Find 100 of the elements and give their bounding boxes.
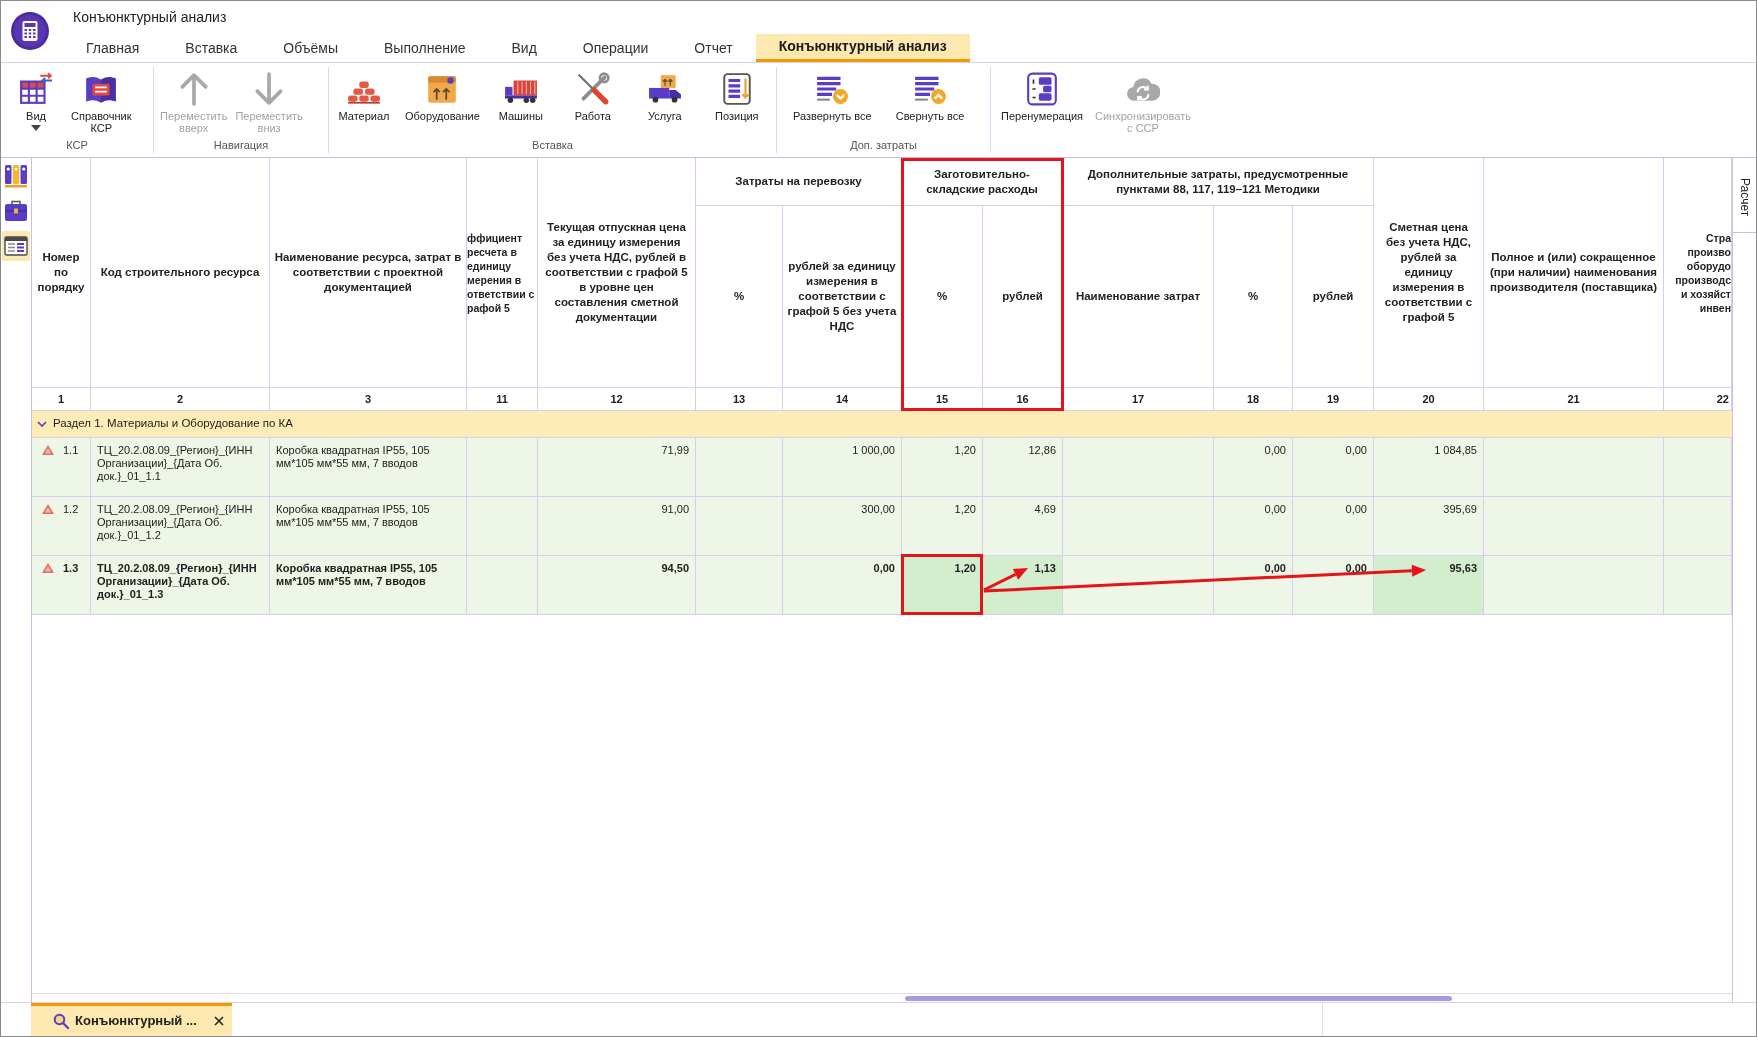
ribbon-group-label: Навигация	[213, 137, 269, 153]
table-cell: ТЦ_20.2.08.09_{Регион}_{ИНН Организации}_{Дата Об. док.}_01_1.2	[91, 497, 270, 555]
column-header: Номер по порядку	[32, 158, 91, 387]
ribbon-button[interactable]: Услуга	[629, 67, 700, 137]
table-cell: Коробка квадратная IP55, 105 мм*105 мм*55 мм, 7 вводов	[270, 438, 467, 496]
ribbon-tab[interactable]: Отчет	[671, 34, 756, 62]
table-cell: 12,86	[983, 438, 1063, 496]
ribbon-tab[interactable]: Объёмы	[260, 34, 361, 62]
column-number: 13	[696, 388, 783, 410]
column-header: %	[902, 206, 983, 387]
table-cell: 1 084,85	[1374, 438, 1484, 496]
column-number: 12	[538, 388, 696, 410]
ribbon-button[interactable]: Вид	[15, 67, 57, 137]
document-tab[interactable]: Конъюнктурный ...	[31, 1003, 232, 1036]
table-cell: ТЦ_20.2.08.09_{Регион}_{ИНН Организации}_{Дата Об. док.}_01_1.1	[91, 438, 270, 496]
table-cell: 1 000,00	[783, 438, 902, 496]
ribbon-button[interactable]: Справочник КСР	[67, 67, 136, 137]
column-number: 3	[270, 388, 467, 410]
table-grid-icon	[19, 72, 53, 106]
table-cell: Коробка квадратная IP55, 105 мм*105 мм*55 мм, 7 вводов	[270, 556, 467, 614]
table-cell: 1,20	[902, 497, 983, 555]
row-number: 1.1	[63, 444, 79, 457]
column-header: рублей	[983, 206, 1063, 387]
table-cell: 1,20	[902, 438, 983, 496]
column-header: рублей за единицу измерения в соответствии с графой 5 без учета НДС	[783, 206, 902, 387]
ribbon-tab[interactable]: Операции	[559, 34, 672, 62]
ribbon-button[interactable]: Машины	[485, 67, 556, 137]
table-cell: 91,00	[538, 497, 696, 555]
ribbon-tab[interactable]: Главная	[63, 34, 163, 62]
ribbon-button[interactable]: Свернуть все	[891, 67, 969, 137]
column-header: Наименование ресурса, затрат в соответствии с проектной документацией	[270, 158, 467, 387]
column-number: 17	[1063, 388, 1214, 410]
ribbon-button[interactable]: Перенумерация	[997, 67, 1088, 137]
section-header[interactable]: Раздел 1. Материалы и Оборудование по КА	[32, 411, 1732, 438]
ribbon-tab[interactable]: Вид	[488, 34, 560, 62]
table-cell: 0,00	[783, 556, 902, 614]
row-number: 1.2	[63, 503, 79, 516]
column-header: %	[1214, 206, 1293, 387]
column-number: 20	[1374, 388, 1484, 410]
column-group-header: Заготовительно-складские расходы	[902, 158, 1063, 206]
table-cell: 395,69	[1374, 497, 1484, 555]
row-number: 1.3	[63, 562, 79, 575]
table-cell: 0,00	[1214, 438, 1293, 496]
column-header: рублей	[1293, 206, 1374, 387]
table-cell: 1,13	[983, 556, 1063, 614]
column-header: %	[696, 206, 783, 387]
column-number: 1	[32, 388, 91, 410]
side-tool-button[interactable]	[2, 231, 30, 261]
column-header: ффициент ресчета в единицу мерения в ответствии с рафой 5	[467, 158, 538, 387]
scrollbar-thumb[interactable]	[905, 995, 1452, 1001]
table-cell: 300,00	[783, 497, 902, 555]
column-header: Полное и (или) сокращенное (при наличии) наименования производителя (поставщика)	[1484, 158, 1664, 387]
column-header: Код строительного ресурса	[91, 158, 270, 387]
column-number: 14	[783, 388, 902, 410]
column-group-header: Дополнительные затраты, предусмотренные пунктами 88, 117, 119–121 Методики	[1063, 158, 1374, 206]
column-number: 19	[1293, 388, 1374, 410]
table-cell: 0,00	[1293, 438, 1374, 496]
column-number: 15	[902, 388, 983, 410]
binders-icon	[4, 164, 28, 188]
app-logo-icon	[11, 12, 49, 50]
section-title: Раздел 1. Материалы и Оборудование по КА	[53, 416, 293, 432]
column-number: 16	[983, 388, 1063, 410]
table-cell: 95,63	[1374, 556, 1484, 614]
ribbon-button[interactable]: Оборудование	[401, 67, 484, 137]
table-row[interactable]: 1.3 ТЦ_20.2.08.09_{Регион}_{ИНН Организации}_{Дата Об. док.}_01_1.3 Коробка квадратная IP55, 105 мм*105 мм*55 мм, 7 вводов 94,50 0,00 1,20 1,13 0,00 0,00 95,63	[32, 556, 1732, 615]
column-group-header: Затраты на перевозку	[696, 158, 902, 206]
ribbon-tab[interactable]: Вставка	[162, 34, 261, 62]
table-cell: 0,00	[1293, 497, 1374, 555]
column-header: Наименование затрат	[1063, 206, 1214, 387]
column-number: 22	[1664, 388, 1732, 410]
column-header: Текущая отпускная цена за единицу измерения без учета НДС, рублей в соответствии с графой 5 в уровне цен составления сметной документации	[538, 158, 696, 387]
table-cell: ТЦ_20.2.08.09_{Регион}_{ИНН Организации}_{Дата Об. док.}_01_1.3	[91, 556, 270, 614]
caret-down-icon	[31, 125, 41, 131]
briefcase-icon	[4, 199, 28, 223]
table-cell: 0,00	[1214, 556, 1293, 614]
table-cell: 0,00	[1214, 497, 1293, 555]
ribbon-button[interactable]: Позиция	[701, 67, 772, 137]
table-cell: 94,50	[538, 556, 696, 614]
magnifier-icon	[53, 1013, 69, 1029]
ribbon-button[interactable]: Работа	[557, 67, 628, 137]
table-row[interactable]: 1.1 ТЦ_20.2.08.09_{Регион}_{ИНН Организации}_{Дата Об. док.}_01_1.1 Коробка квадратная IP55, 105 мм*105 мм*55 мм, 7 вводов 71,99 1 000,00 1,20 12,86 0,00 0,00 1 084,85	[32, 438, 1732, 497]
close-icon[interactable]	[214, 1016, 224, 1026]
column-header: Сметная цена без учета НДС, рублей за единицу измерения в соответствии с графой 5	[1374, 158, 1484, 387]
ribbon-group-label: Вставка	[532, 137, 573, 153]
column-number: 18	[1214, 388, 1293, 410]
ribbon-group-label: Доп. затраты	[850, 137, 917, 153]
ribbon-group-label: КСР	[66, 137, 88, 153]
ribbon-button[interactable]: Развернуть все	[789, 67, 876, 137]
table-icon	[4, 234, 28, 258]
table-cell: Коробка квадратная IP55, 105 мм*105 мм*55 мм, 7 вводов	[270, 497, 467, 555]
ribbon-button[interactable]: Материал	[329, 67, 399, 137]
table-cell: 71,99	[538, 438, 696, 496]
numbered-list-icon	[1025, 72, 1059, 106]
column-number: 2	[91, 388, 270, 410]
chevron-down-icon[interactable]	[37, 419, 47, 429]
ribbon-tab[interactable]: Выполнение	[361, 34, 489, 62]
column-header: Стра произво оборудо производс и хозяйст инвен	[1664, 158, 1732, 387]
table-row[interactable]: 1.2 ТЦ_20.2.08.09_{Регион}_{ИНН Организации}_{Дата Об. док.}_01_1.2 Коробка квадратная IP55, 105 мм*105 мм*55 мм, 7 вводов 91,00 300,00 1,20 4,69 0,00 0,00 395,69	[32, 497, 1732, 556]
table-cell: 4,69	[983, 497, 1063, 555]
ribbon-tab[interactable]: Конъюнктурный анализ	[755, 34, 970, 62]
